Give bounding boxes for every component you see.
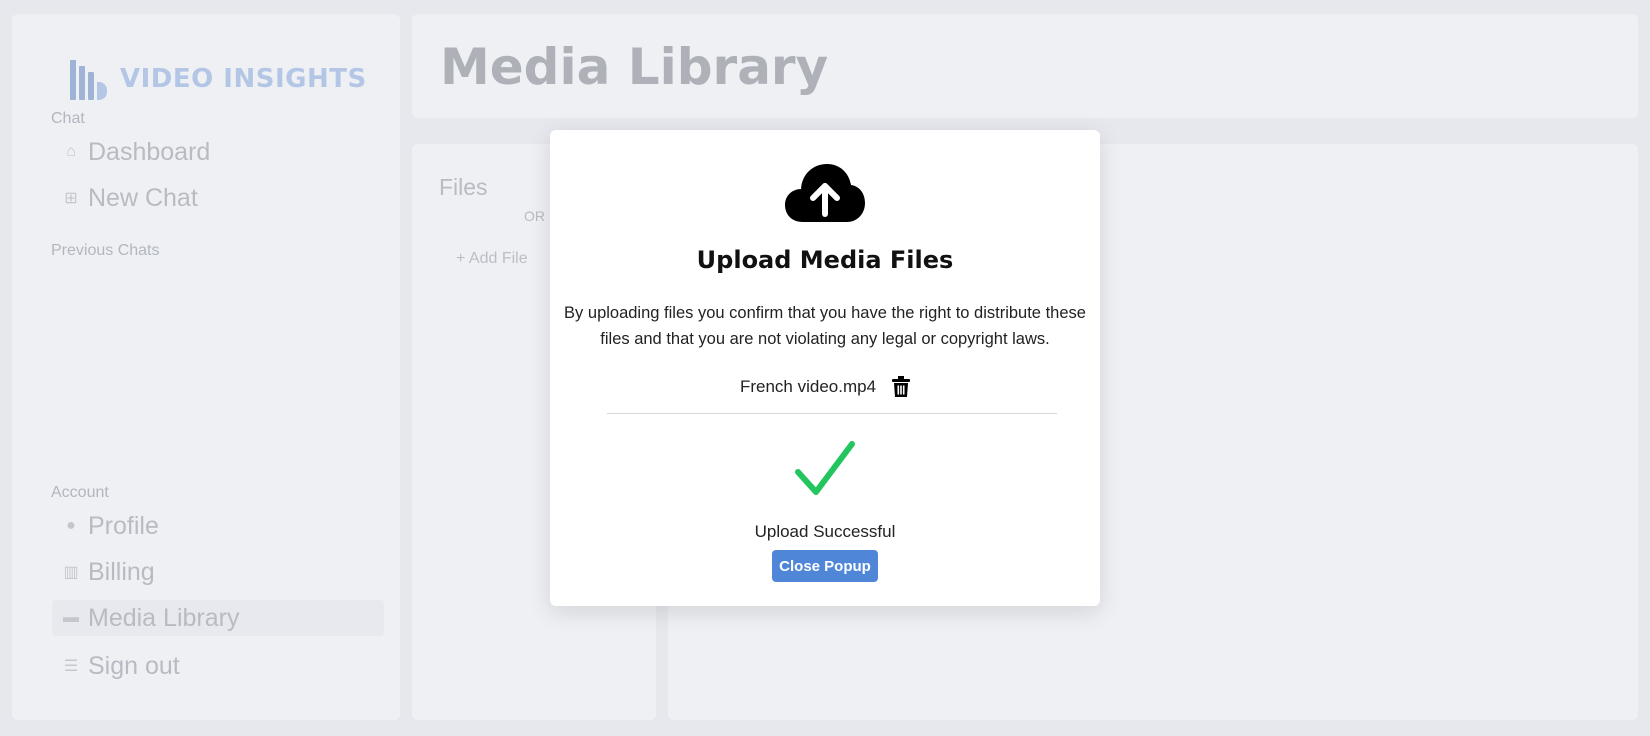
modal-title: Upload Media Files	[696, 246, 954, 274]
divider	[607, 413, 1057, 414]
upload-disclaimer: By uploading files you confirm that you …	[564, 304, 1086, 348]
upload-modal: Upload Media Files By uploading files yo…	[550, 130, 1100, 606]
sidebar-item-label: Sign out	[88, 651, 180, 680]
close-popup-button[interactable]: Close Popup	[772, 550, 878, 582]
upload-status: Upload Successful	[754, 522, 896, 541]
logo-text: VIDEO INSIGHTS	[120, 64, 367, 94]
sidebar-item-profile[interactable]: ● Profile	[62, 508, 159, 544]
sidebar-item-new-chat[interactable]: ⊞ New Chat	[62, 180, 198, 216]
user-icon: ●	[66, 517, 76, 534]
previous-chats-label: Previous Chats	[51, 242, 160, 259]
app-background: VIDEO INSIGHTS Chat ⌂ Dashboard ⊞ New Ch…	[0, 0, 1650, 736]
trash-icon[interactable]	[892, 376, 911, 398]
sidebar-item-label: Billing	[88, 557, 155, 586]
cloud-upload-icon	[785, 164, 865, 222]
sidebar-item-label: New Chat	[88, 183, 198, 212]
sidebar-item-label: Dashboard	[88, 137, 211, 166]
page-title: Media Library	[440, 38, 829, 96]
barcode-icon: ▥	[63, 564, 79, 581]
files-title: Files	[439, 174, 488, 200]
logout-icon: ☰	[63, 658, 79, 675]
checkmark-icon	[795, 441, 855, 495]
or-label: OR	[524, 208, 545, 224]
grid-icon: ⊞	[64, 190, 78, 207]
uploaded-file-row: French video.mp4	[550, 376, 1100, 398]
header: Media Library	[412, 14, 1638, 118]
sidebar-item-label: Media Library	[88, 603, 240, 632]
chat-section-label: Chat	[51, 110, 85, 127]
sidebar-item-label: Profile	[88, 511, 159, 540]
logo: VIDEO INSIGHTS	[70, 58, 367, 100]
sidebar-item-sign-out[interactable]: ☰ Sign out	[62, 648, 180, 684]
logo-icon	[70, 58, 114, 100]
account-section-label: Account	[51, 484, 109, 501]
file-name: French video.mp4	[739, 377, 877, 396]
sidebar-item-billing[interactable]: ▥ Billing	[62, 554, 155, 590]
folder-icon: ▬	[63, 609, 79, 626]
sidebar-item-media-library[interactable]: ▬ Media Library	[52, 600, 384, 636]
add-file-button[interactable]: + Add File	[456, 250, 528, 268]
sidebar: VIDEO INSIGHTS Chat ⌂ Dashboard ⊞ New Ch…	[12, 14, 400, 720]
sidebar-item-dashboard[interactable]: ⌂ Dashboard	[62, 134, 210, 170]
home-icon: ⌂	[66, 143, 76, 160]
